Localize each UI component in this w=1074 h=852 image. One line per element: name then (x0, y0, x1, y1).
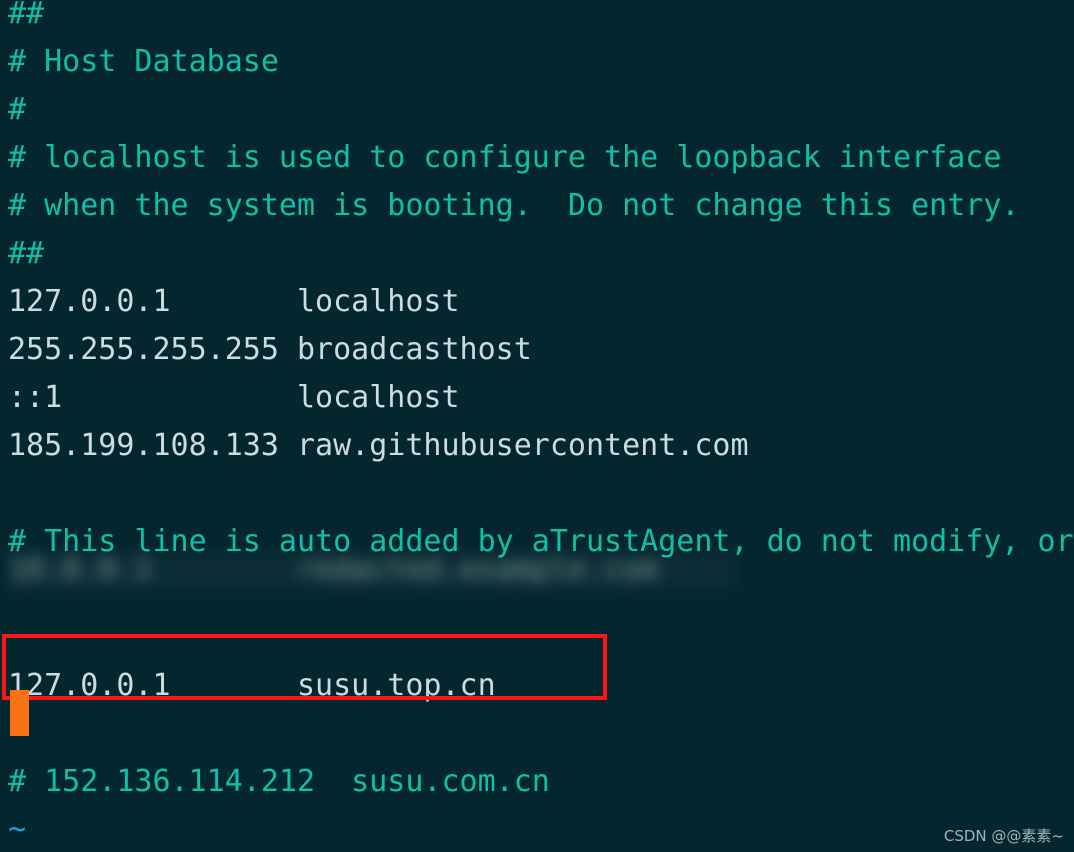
text-buffer[interactable]: ## # Host Database # # localhost is used to… (0, 0, 1074, 852)
line-cursor-row (0, 710, 1074, 758)
line-hash-hash-top: ## (8, 0, 45, 31)
line-entry-githubraw: 185.199.108.133 raw.githubusercontent.co… (8, 428, 749, 463)
terminal-editor-screen[interactable]: ## # Host Database # # localhost is used to… (0, 0, 1074, 852)
line-when-booting: # when the system is booting. Do not cha… (8, 188, 1020, 223)
line-comment-susu-com: # 152.136.114.212 susu.com.cn (8, 764, 550, 799)
watermark-text: CSDN @@素素~ (943, 827, 1064, 845)
redacted-host-line: 10.0.0.1 redacted.example.com (8, 551, 737, 589)
line-localhost-used: # localhost is used to configure the loo… (8, 140, 1002, 175)
line-blank-2 (0, 614, 1074, 662)
line-hash-empty: # (8, 92, 27, 127)
line-hash-hash: ## (8, 236, 45, 271)
line-blank-1 (0, 470, 1074, 518)
line-tilde-1: ~ (8, 812, 27, 847)
line-entry-localhost-v6: ::1 localhost (8, 380, 460, 415)
block-cursor (10, 690, 29, 736)
line-entry-susu-top: 127.0.0.1 susu.top.cn (8, 668, 496, 703)
line-host-database: # Host Database (8, 44, 279, 79)
line-entry-localhost-v4: 127.0.0.1 localhost (8, 284, 460, 319)
line-entry-broadcast: 255.255.255.255 broadcasthost (8, 332, 532, 367)
